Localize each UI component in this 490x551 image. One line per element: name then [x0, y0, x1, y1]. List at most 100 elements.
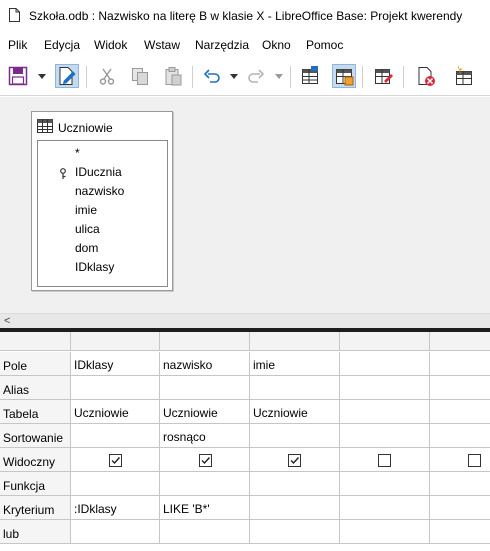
menu-okno[interactable]: Okno [262, 38, 291, 52]
redo-button[interactable] [244, 64, 268, 88]
menu-plik[interactable]: Plik [8, 38, 27, 52]
field-item[interactable]: IDucznia [75, 165, 122, 179]
grid-cell-tabela[interactable]: Uczniowie [71, 400, 160, 424]
cell-text: IDklasy [74, 358, 114, 372]
document-icon [9, 8, 20, 22]
menu-pomoc[interactable]: Pomoc [306, 38, 343, 52]
grid-cell-alias[interactable] [340, 376, 430, 400]
grid-cell-lub[interactable] [71, 520, 160, 544]
toolbar-separator [362, 66, 363, 88]
grid-cell-pole[interactable] [430, 352, 490, 376]
table-window-uczniowie[interactable]: Uczniowie * IDucznia nazwisko imie ulica… [31, 111, 173, 291]
grid-cell-tabela[interactable]: Uczniowie [250, 400, 340, 424]
visible-checkbox[interactable] [378, 454, 391, 467]
toolbar-separator [86, 66, 87, 88]
grid-cell-sortowanie[interactable] [250, 424, 340, 448]
row-label-alias: Alias [0, 376, 71, 400]
grid-cell-kryterium[interactable]: LIKE 'B*' [160, 496, 250, 520]
save-dropdown[interactable] [38, 70, 46, 82]
copy-button[interactable] [128, 64, 152, 88]
column-header[interactable] [160, 332, 250, 351]
column-header[interactable] [71, 332, 160, 351]
grid-cell-widoczny[interactable] [430, 448, 490, 472]
menu-narzedzia[interactable]: Narzędzia [195, 38, 249, 52]
grid-cell-alias[interactable] [71, 376, 160, 400]
visible-checkbox[interactable] [109, 454, 122, 467]
grid-cell-alias[interactable] [430, 376, 490, 400]
grid-cell-pole[interactable]: nazwisko [160, 352, 250, 376]
clear-query-button[interactable] [414, 64, 438, 88]
menu-wstaw[interactable]: Wstaw [144, 38, 180, 52]
grid-cell-lub[interactable] [160, 520, 250, 544]
grid-cell-pole[interactable] [340, 352, 430, 376]
grid-cell-kryterium[interactable]: :IDklasy [71, 496, 160, 520]
query-design-area[interactable]: Uczniowie * IDucznia nazwisko imie ulica… [0, 97, 490, 313]
design-view-button[interactable] [332, 64, 356, 88]
column-header[interactable] [340, 332, 430, 351]
visible-checkbox[interactable] [288, 454, 301, 467]
grid-cell-funkcja[interactable] [430, 472, 490, 496]
chevron-down-icon [38, 73, 46, 79]
row-label-pole: Pole [0, 352, 71, 376]
redo-dropdown[interactable] [275, 70, 283, 82]
column-header[interactable] [250, 332, 340, 351]
grid-cell-lub[interactable] [430, 520, 490, 544]
grid-cell-sortowanie[interactable]: rosnąco [160, 424, 250, 448]
new-table-button[interactable] [452, 64, 476, 88]
grid-cell-funkcja[interactable] [160, 472, 250, 496]
edit-mode-button[interactable] [55, 64, 79, 88]
checkmark-icon [290, 457, 300, 465]
grid-cell-lub[interactable] [340, 520, 430, 544]
chevron-down-icon [230, 73, 238, 79]
cell-text: LIKE 'B*' [163, 502, 210, 516]
grid-cell-funkcja[interactable] [250, 472, 340, 496]
grid-cell-kryterium[interactable] [340, 496, 430, 520]
grid-cell-alias[interactable] [250, 376, 340, 400]
horizontal-scrollbar[interactable]: < [0, 313, 490, 328]
grid-cell-funkcja[interactable] [71, 472, 160, 496]
save-icon [8, 66, 28, 86]
scroll-left-arrow[interactable]: < [4, 315, 10, 327]
cut-button[interactable] [95, 64, 119, 88]
grid-cell-lub[interactable] [250, 520, 340, 544]
save-button[interactable] [6, 64, 30, 88]
grid-cell-widoczny[interactable] [160, 448, 250, 472]
visible-checkbox[interactable] [468, 454, 481, 467]
grid-cell-funkcja[interactable] [340, 472, 430, 496]
paste-button[interactable] [161, 64, 185, 88]
visible-checkbox[interactable] [199, 454, 212, 467]
table-window-header[interactable]: Uczniowie [32, 112, 172, 140]
grid-cell-pole[interactable]: IDklasy [71, 352, 160, 376]
menu-widok[interactable]: Widok [94, 38, 127, 52]
cut-icon [99, 68, 115, 85]
run-query-button[interactable] [371, 64, 395, 88]
grid-cell-kryterium[interactable] [430, 496, 490, 520]
add-table-button[interactable] [298, 64, 322, 88]
field-item[interactable]: * [75, 146, 80, 160]
undo-dropdown[interactable] [230, 70, 238, 82]
grid-cell-kryterium[interactable] [250, 496, 340, 520]
field-item[interactable]: nazwisko [75, 184, 124, 198]
field-item[interactable]: imie [75, 203, 97, 217]
field-item[interactable]: ulica [75, 222, 100, 236]
row-label-text: Funkcja [3, 479, 46, 493]
grid-cell-widoczny[interactable] [340, 448, 430, 472]
grid-cell-sortowanie[interactable] [71, 424, 160, 448]
field-item[interactable]: IDklasy [75, 260, 114, 274]
field-item[interactable]: dom [75, 241, 98, 255]
grid-cell-widoczny[interactable] [250, 448, 340, 472]
grid-cell-tabela[interactable]: Uczniowie [160, 400, 250, 424]
grid-cell-tabela[interactable] [340, 400, 430, 424]
undo-button[interactable] [200, 64, 224, 88]
paste-icon [165, 67, 182, 86]
grid-cell-pole[interactable]: imie [250, 352, 340, 376]
grid-cell-sortowanie[interactable] [430, 424, 490, 448]
grid-corner-header [0, 332, 71, 351]
menu-edycja[interactable]: Edycja [44, 38, 80, 52]
grid-cell-alias[interactable] [160, 376, 250, 400]
grid-cell-widoczny[interactable] [71, 448, 160, 472]
column-header[interactable] [430, 332, 490, 351]
toolbar-separator [290, 66, 291, 88]
grid-cell-sortowanie[interactable] [340, 424, 430, 448]
grid-cell-tabela[interactable] [430, 400, 490, 424]
